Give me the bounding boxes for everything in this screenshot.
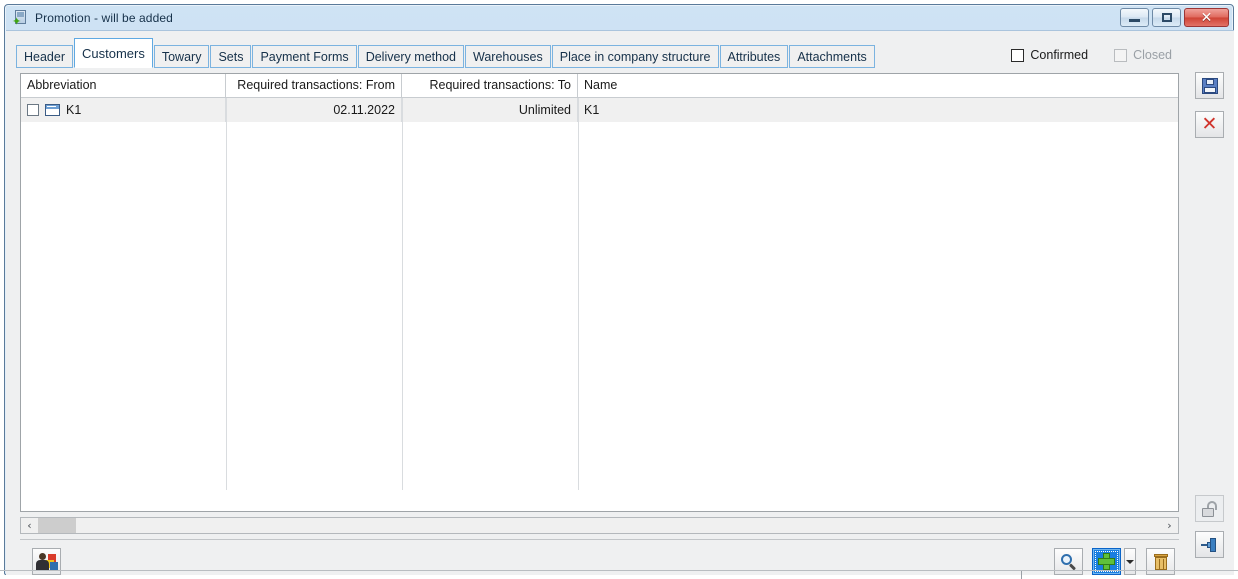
window-client-area: Header Customers Towary Sets Payment For… [6,30,1234,579]
tab-attachments[interactable]: Attachments [789,45,875,68]
grid-empty-area[interactable] [21,98,1178,490]
scrollbar-thumb[interactable] [38,518,76,533]
column-header-abbreviation[interactable]: Abbreviation [21,74,226,97]
unlock-icon [1201,500,1218,517]
grid-horizontal-scrollbar[interactable]: ‹ › [20,517,1179,534]
column-header-required-from[interactable]: Required transactions: From [226,74,402,97]
cancel-icon: ✕ [1201,113,1218,135]
tab-customers[interactable]: Customers [74,38,153,68]
closed-label: Closed [1133,48,1172,62]
tab-payment-forms[interactable]: Payment Forms [252,45,357,68]
chevron-down-icon [1126,559,1134,564]
grid-bottom-toolbar [20,539,1179,579]
close-button[interactable]: ✕ [1184,8,1229,27]
tab-attributes[interactable]: Attributes [719,45,789,68]
tab-sets[interactable]: Sets [210,45,252,68]
window-titlebar[interactable]: ✦ Promotion - will be added ✕ [5,5,1233,30]
pin-icon [1200,537,1219,552]
cancel-button[interactable]: ✕ [1195,111,1224,138]
desktop-left-edge [0,8,3,570]
tab-place-in-company-structure[interactable]: Place in company structure [551,45,719,68]
column-header-required-to[interactable]: Required transactions: To [402,74,578,97]
save-icon [1201,77,1218,94]
scrollbar-track[interactable] [76,518,1161,533]
contractor-icon [35,552,58,572]
search-icon [1060,553,1077,571]
close-icon: ✕ [1200,9,1213,26]
confirmed-checkbox[interactable]: Confirmed [1011,48,1088,62]
desktop-bottom-strip [0,575,1238,579]
taskbar-divider [1021,571,1022,579]
scroll-left-arrow-icon[interactable]: ‹ [21,518,38,533]
minimize-icon [1129,19,1140,22]
maximize-icon [1161,13,1172,22]
promotion-window: ✦ Promotion - will be added ✕ Header Cus… [4,4,1234,579]
delete-icon [1153,553,1168,570]
column-header-name[interactable]: Name [578,74,1178,97]
maximize-button[interactable] [1152,8,1181,27]
status-checkboxes: Confirmed Closed [1011,48,1172,62]
promotion-document-icon: ✦ [12,9,28,27]
minimize-button[interactable] [1120,8,1149,27]
closed-checkbox: Closed [1114,48,1172,62]
pin-button[interactable] [1195,531,1224,558]
tab-towary[interactable]: Towary [153,45,210,68]
tab-delivery-method[interactable]: Delivery method [357,45,465,68]
tab-header[interactable]: Header [16,45,73,68]
customers-grid[interactable]: Abbreviation Required transactions: From… [20,73,1179,512]
column-separator [402,98,403,490]
lock-button [1195,495,1224,522]
column-separator [226,98,227,490]
save-button[interactable] [1195,72,1224,99]
column-separator [578,98,579,490]
tab-warehouses[interactable]: Warehouses [465,45,551,68]
add-icon [1098,553,1115,570]
grid-body: K1 02.11.2022 Unlimited K1 [21,98,1178,490]
window-title: Promotion - will be added [35,10,173,25]
scroll-right-arrow-icon[interactable]: › [1161,518,1178,533]
screen-root: ✦ Promotion - will be added ✕ Header Cus… [0,0,1238,579]
confirmed-label: Confirmed [1030,48,1089,62]
grid-header-row: Abbreviation Required transactions: From… [21,74,1178,98]
desktop-bottom-line [0,570,1238,571]
window-controls: ✕ [1120,8,1229,27]
confirmed-checkbox-box [1011,48,1025,62]
tab-strip: Header Customers Towary Sets Payment For… [16,38,876,68]
closed-checkbox-box [1114,48,1128,62]
